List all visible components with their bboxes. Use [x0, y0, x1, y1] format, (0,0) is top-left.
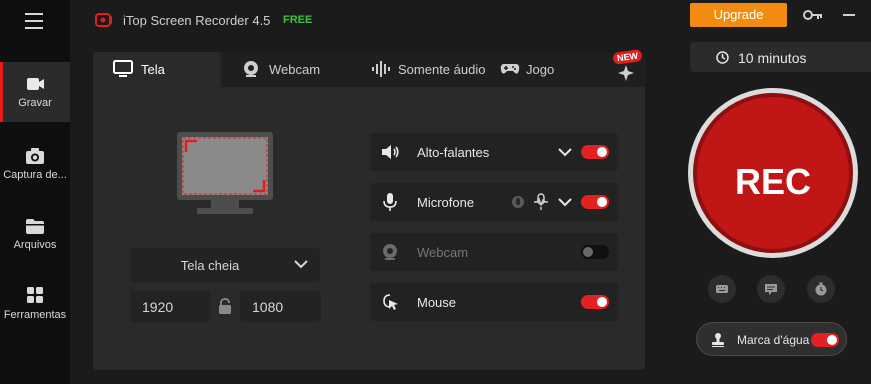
webcam-toggle[interactable] — [581, 245, 609, 259]
gamepad-icon — [500, 64, 520, 74]
sidebar-item-arquivos[interactable]: Arquivos — [0, 204, 70, 264]
app-title: iTop Screen Recorder 4.5 — [123, 13, 271, 28]
tools-grid-icon — [27, 287, 43, 303]
source-label: Webcam — [417, 245, 469, 260]
watermark-toggle[interactable] — [811, 333, 839, 347]
mic-enhance-icon[interactable] — [533, 193, 549, 211]
height-input[interactable] — [240, 291, 321, 322]
source-row-webcam: Webcam — [370, 233, 618, 271]
watermark-label: Marca d'água — [737, 333, 810, 347]
microphone-toggle[interactable] — [581, 195, 609, 209]
clock-icon — [716, 51, 729, 64]
stamp-icon — [712, 333, 724, 347]
source-row-microphone: Microfone — [370, 183, 618, 221]
chevron-down-icon[interactable] — [558, 197, 572, 207]
screen-preview-icon — [177, 132, 273, 214]
mouse-click-icon — [383, 294, 398, 310]
microphone-icon — [383, 193, 397, 211]
sidebar-item-label: Ferramentas — [3, 309, 67, 321]
speaker-icon — [382, 145, 399, 159]
tab-label: Jogo — [526, 62, 555, 77]
chevron-down-icon — [294, 260, 308, 269]
lock-icon[interactable] — [218, 298, 232, 315]
title-bar: iTop Screen Recorder 4.5 FREE Upgrade — [70, 0, 871, 40]
annotation-button[interactable] — [757, 275, 785, 303]
tab-webcam[interactable]: Webcam — [233, 52, 343, 87]
audio-wave-icon — [372, 61, 390, 77]
record-panel: Tela Webcam Somente áudio Jogo NEW Tela … — [93, 49, 645, 370]
comment-icon — [765, 284, 777, 295]
sparkle-icon[interactable] — [617, 64, 635, 82]
minimize-button[interactable] — [843, 14, 855, 16]
sidebar-item-label: Gravar — [18, 97, 52, 109]
width-input[interactable] — [130, 291, 211, 322]
keyboard-button[interactable] — [708, 275, 736, 303]
app-logo-icon — [95, 13, 112, 27]
sidebar: Gravar Captura de... Arquivos Ferramenta… — [0, 0, 70, 384]
source-label: Mouse — [417, 295, 457, 310]
sidebar-item-label: Arquivos — [13, 239, 57, 251]
mouse-toggle[interactable] — [581, 295, 609, 309]
chevron-down-icon[interactable] — [558, 147, 572, 157]
tab-label: Webcam — [269, 62, 321, 77]
menu-icon[interactable] — [25, 13, 43, 29]
webcam-icon — [383, 244, 397, 260]
speakers-toggle[interactable] — [581, 145, 609, 159]
noise-reduction-icon[interactable] — [510, 193, 526, 211]
keyboard-icon — [716, 285, 728, 293]
edition-badge: FREE — [283, 14, 313, 26]
stopwatch-icon — [815, 282, 827, 296]
tab-tela[interactable]: Tela — [93, 52, 221, 87]
sidebar-item-gravar[interactable]: Gravar — [0, 62, 70, 122]
upgrade-button[interactable]: Upgrade — [690, 3, 787, 27]
tab-jogo[interactable]: Jogo — [493, 52, 563, 87]
sidebar-item-ferramentas[interactable]: Ferramentas — [0, 274, 70, 334]
webcam-icon — [244, 61, 258, 77]
key-icon[interactable] — [803, 9, 823, 21]
rec-label: REC — [734, 161, 811, 202]
rec-button[interactable]: REC — [688, 88, 858, 258]
camera-icon — [26, 148, 44, 164]
watermark-button[interactable]: Marca d'água — [696, 322, 847, 356]
record-camera-icon — [27, 78, 44, 90]
source-row-mouse: Mouse — [370, 283, 618, 321]
schedule-button[interactable] — [807, 275, 835, 303]
tab-label: Somente áudio — [398, 62, 486, 77]
capture-mode-dropdown[interactable]: Tela cheia — [130, 248, 320, 282]
rec-button-face: REC — [693, 93, 853, 253]
folder-icon — [26, 219, 44, 234]
tab-label: Tela — [141, 62, 165, 77]
source-row-speakers: Alto-falantes — [370, 133, 618, 171]
tab-somente-audio[interactable]: Somente áudio — [361, 52, 491, 87]
capture-mode-value: Tela cheia — [180, 258, 240, 273]
source-label: Microfone — [417, 195, 475, 210]
sidebar-item-label: Captura de... — [3, 169, 67, 181]
sidebar-item-captura[interactable]: Captura de... — [0, 134, 70, 194]
monitor-icon — [113, 60, 133, 77]
timer-label: 10 minutos — [738, 50, 807, 66]
source-label: Alto-falantes — [417, 145, 490, 160]
timer-button[interactable]: 10 minutos — [690, 42, 871, 72]
